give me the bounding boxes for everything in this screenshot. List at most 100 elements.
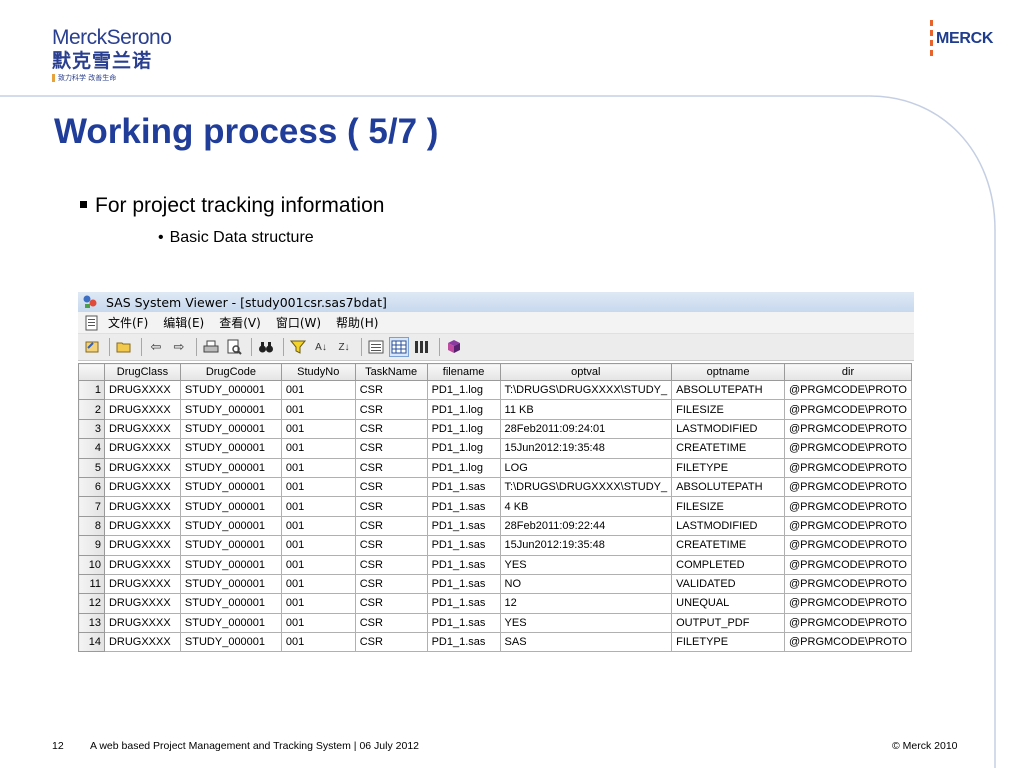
cell-row-number[interactable]: 11 [78, 573, 105, 595]
cell-optname[interactable]: ABSOLUTEPATH [671, 476, 786, 498]
menu-file[interactable]: 文件(F) [108, 314, 148, 331]
cell-dir[interactable]: @PRGMCODE\PROTO [784, 554, 912, 575]
cell-drugcode[interactable]: STUDY_000001 [179, 399, 282, 420]
print-preview-icon[interactable] [224, 337, 244, 357]
cell-optval[interactable]: 28Feb2011:09:24:01 [499, 418, 673, 440]
cell-optname[interactable]: CREATETIME [671, 535, 786, 556]
table-row[interactable]: 3 DRUGXXXX STUDY_000001 001 CSR PD1_1.log 28Fe… [78, 418, 912, 440]
cell-optval[interactable]: T:\DRUGS\DRUGXXXX\STUDY_ [499, 476, 673, 498]
cell-row-number[interactable]: 1 [78, 379, 105, 401]
cell-drugclass[interactable]: DRUGXXXX [103, 418, 181, 440]
cell-filename[interactable]: PD1_1.sas [426, 632, 501, 653]
cell-drugclass[interactable]: DRUGXXXX [103, 593, 181, 614]
cell-row-number[interactable]: 14 [78, 632, 105, 653]
cell-drugcode[interactable]: STUDY_000001 [179, 554, 282, 575]
cell-drugcode[interactable]: STUDY_000001 [179, 438, 282, 459]
cell-dir[interactable]: @PRGMCODE\PROTO [784, 632, 912, 653]
cell-drugcode[interactable]: STUDY_000001 [179, 379, 282, 401]
cell-optval[interactable]: YES [499, 554, 673, 575]
cell-filename[interactable]: PD1_1.log [426, 457, 501, 478]
table-row[interactable]: 4 DRUGXXXX STUDY_000001 001 CSR PD1_1.log 15Ju… [78, 438, 912, 459]
cell-optname[interactable]: OUTPUT_PDF [671, 612, 786, 634]
cell-optval[interactable]: 15Jun2012:19:35:48 [499, 535, 673, 556]
menu-help[interactable]: 帮助(H) [336, 314, 378, 331]
cell-taskname[interactable]: CSR [354, 535, 428, 556]
cell-optname[interactable]: FILESIZE [671, 399, 786, 420]
cell-taskname[interactable]: CSR [354, 554, 428, 575]
cell-row-number[interactable]: 9 [78, 535, 105, 556]
table-row[interactable]: 11 DRUGXXXX STUDY_000001 001 CSR PD1_1.sas NO V… [78, 573, 912, 595]
cell-optname[interactable]: FILETYPE [671, 457, 786, 478]
cell-drugcode[interactable]: STUDY_000001 [179, 496, 282, 517]
cell-dir[interactable]: @PRGMCODE\PROTO [784, 612, 912, 634]
cell-optval[interactable]: NO [499, 573, 673, 595]
table-view-icon[interactable] [389, 337, 409, 357]
cell-drugclass[interactable]: DRUGXXXX [103, 476, 181, 498]
cell-row-number[interactable]: 2 [78, 399, 105, 420]
cell-drugclass[interactable]: DRUGXXXX [103, 554, 181, 575]
cell-filename[interactable]: PD1_1.sas [426, 535, 501, 556]
cell-studyno[interactable]: 001 [280, 496, 356, 517]
cell-drugclass[interactable]: DRUGXXXX [103, 379, 181, 401]
cell-row-number[interactable]: 7 [78, 496, 105, 517]
cell-studyno[interactable]: 001 [280, 399, 356, 420]
cell-row-number[interactable]: 3 [78, 418, 105, 440]
cell-dir[interactable]: @PRGMCODE\PROTO [784, 535, 912, 556]
cell-filename[interactable]: PD1_1.log [426, 418, 501, 440]
book-icon[interactable] [444, 337, 464, 357]
cell-optval[interactable]: 11 KB [499, 399, 673, 420]
cell-studyno[interactable]: 001 [280, 418, 356, 440]
table-row[interactable]: 6 DRUGXXXX STUDY_000001 001 CSR PD1_1.sas T:\D… [78, 476, 912, 498]
cell-drugclass[interactable]: DRUGXXXX [103, 535, 181, 556]
cell-row-number[interactable]: 10 [78, 554, 105, 575]
cell-dir[interactable]: @PRGMCODE\PROTO [784, 457, 912, 478]
cell-optname[interactable]: FILESIZE [671, 496, 786, 517]
folder-open-icon[interactable] [114, 337, 134, 357]
cell-studyno[interactable]: 001 [280, 593, 356, 614]
cell-drugclass[interactable]: DRUGXXXX [103, 496, 181, 517]
cell-row-number[interactable]: 5 [78, 457, 105, 478]
cell-taskname[interactable]: CSR [354, 418, 428, 440]
cell-optname[interactable]: VALIDATED [671, 573, 786, 595]
filter-icon[interactable] [288, 337, 308, 357]
cell-filename[interactable]: PD1_1.log [426, 379, 501, 401]
cell-row-number[interactable]: 6 [78, 476, 105, 498]
cell-filename[interactable]: PD1_1.sas [426, 612, 501, 634]
cell-drugcode[interactable]: STUDY_000001 [179, 418, 282, 440]
cell-filename[interactable]: PD1_1.sas [426, 515, 501, 537]
cell-optval[interactable]: 4 KB [499, 496, 673, 517]
cell-taskname[interactable]: CSR [354, 379, 428, 401]
cell-studyno[interactable]: 001 [280, 573, 356, 595]
table-row[interactable]: 10 DRUGXXXX STUDY_000001 001 CSR PD1_1.sas YES… [78, 554, 912, 575]
cell-filename[interactable]: PD1_1.sas [426, 573, 501, 595]
cell-dir[interactable]: @PRGMCODE\PROTO [784, 515, 912, 537]
cell-taskname[interactable]: CSR [354, 612, 428, 634]
cell-taskname[interactable]: CSR [354, 515, 428, 537]
table-row[interactable]: 2 DRUGXXXX STUDY_000001 001 CSR PD1_1.log 11 K… [78, 399, 912, 420]
cell-filename[interactable]: PD1_1.sas [426, 476, 501, 498]
table-row[interactable]: 12 DRUGXXXX STUDY_000001 001 CSR PD1_1.sas 12 U… [78, 593, 912, 614]
table-row[interactable]: 5 DRUGXXXX STUDY_000001 001 CSR PD1_1.log LOG F… [78, 457, 912, 478]
cell-taskname[interactable]: CSR [354, 438, 428, 459]
cell-studyno[interactable]: 001 [280, 632, 356, 653]
cell-drugclass[interactable]: DRUGXXXX [103, 399, 181, 420]
column-header-taskname[interactable]: TaskName [354, 363, 428, 381]
cell-filename[interactable]: PD1_1.log [426, 438, 501, 459]
menu-window[interactable]: 窗口(W) [276, 314, 321, 331]
cell-dir[interactable]: @PRGMCODE\PROTO [784, 418, 912, 440]
cell-dir[interactable]: @PRGMCODE\PROTO [784, 496, 912, 517]
cell-taskname[interactable]: CSR [354, 457, 428, 478]
cell-drugclass[interactable]: DRUGXXXX [103, 573, 181, 595]
cell-drugclass[interactable]: DRUGXXXX [103, 457, 181, 478]
cell-dir[interactable]: @PRGMCODE\PROTO [784, 476, 912, 498]
cell-optval[interactable]: YES [499, 612, 673, 634]
cell-taskname[interactable]: CSR [354, 632, 428, 653]
column-header-studyno[interactable]: StudyNo [280, 363, 356, 381]
cell-drugcode[interactable]: STUDY_000001 [179, 573, 282, 595]
cell-drugcode[interactable]: STUDY_000001 [179, 535, 282, 556]
table-row[interactable]: 13 DRUGXXXX STUDY_000001 001 CSR PD1_1.sas YES… [78, 612, 912, 634]
cell-studyno[interactable]: 001 [280, 535, 356, 556]
column-header-drugcode[interactable]: DrugCode [179, 363, 282, 381]
cell-drugcode[interactable]: STUDY_000001 [179, 612, 282, 634]
cell-studyno[interactable]: 001 [280, 379, 356, 401]
